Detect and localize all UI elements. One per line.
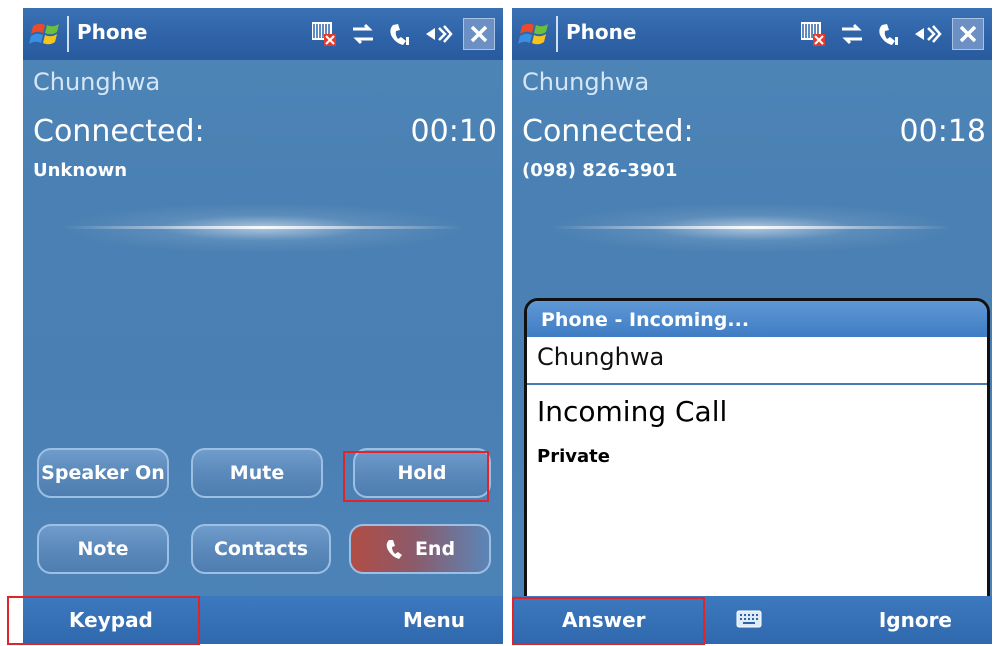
title-separator [67, 16, 69, 52]
speaker-icon[interactable] [912, 20, 942, 48]
mute-button[interactable]: Mute [191, 448, 323, 498]
phone-signal-icon[interactable] [876, 19, 902, 49]
caller-id: Unknown [33, 160, 128, 181]
data-sync-icon[interactable] [838, 20, 866, 48]
sim-card-icon[interactable] [798, 19, 828, 49]
ignore-softkey[interactable]: Ignore [879, 608, 952, 632]
title-bar: Phone [512, 8, 992, 60]
call-status: Connected: [33, 114, 205, 149]
answer-highlight [512, 597, 705, 645]
data-sync-icon[interactable] [349, 20, 377, 48]
status-icons [309, 18, 495, 50]
caller-id: (098) 826-3901 [522, 160, 678, 181]
phone-screen-incoming: Phone Chunghwa Connected: 00:18 (098) 82… [512, 8, 992, 644]
background-sheen-line [552, 226, 952, 229]
contacts-label: Contacts [213, 538, 309, 560]
close-icon [959, 25, 977, 43]
keypad-highlight [7, 596, 200, 645]
sim-card-icon[interactable] [309, 19, 339, 49]
menu-softkey[interactable]: Menu [403, 608, 465, 632]
carrier-name: Chunghwa [522, 68, 650, 96]
speaker-icon[interactable] [423, 20, 453, 48]
dialog-title: Phone - Incoming... [527, 301, 987, 337]
call-status: Connected: [522, 114, 694, 149]
dialog-carrier: Chunghwa [527, 337, 987, 385]
background-sheen-line [63, 226, 463, 229]
phone-signal-icon[interactable] [387, 19, 413, 49]
keyboard-icon[interactable] [736, 608, 762, 630]
call-timer: 00:18 [899, 114, 986, 149]
dialog-heading: Incoming Call [537, 395, 728, 428]
contacts-button[interactable]: Contacts [191, 524, 331, 574]
close-button[interactable] [463, 18, 495, 50]
note-label: Note [77, 538, 129, 560]
close-icon [470, 25, 488, 43]
windows-logo-icon[interactable] [29, 18, 63, 48]
note-button[interactable]: Note [37, 524, 169, 574]
speaker-on-label: Speaker On [41, 462, 165, 484]
status-icons [798, 18, 984, 50]
incoming-call-dialog: Phone - Incoming... Chunghwa Incoming Ca… [524, 298, 990, 618]
windows-logo-icon[interactable] [518, 18, 552, 48]
dialog-caller: Private [537, 446, 610, 467]
phone-icon [386, 540, 402, 559]
close-button[interactable] [952, 18, 984, 50]
call-timer: 00:10 [410, 114, 497, 149]
mute-label: Mute [229, 462, 285, 484]
hold-highlight [343, 451, 489, 502]
phone-screen-connected: Phone Chunghwa Connected: 00:10 Unknown … [23, 8, 503, 644]
end-label: End [414, 538, 456, 560]
app-title: Phone [566, 20, 637, 44]
title-separator [556, 16, 558, 52]
carrier-name: Chunghwa [33, 68, 161, 96]
end-call-button[interactable]: End [349, 524, 491, 574]
app-title: Phone [77, 20, 148, 44]
speaker-on-button[interactable]: Speaker On [37, 448, 169, 498]
title-bar: Phone [23, 8, 503, 60]
